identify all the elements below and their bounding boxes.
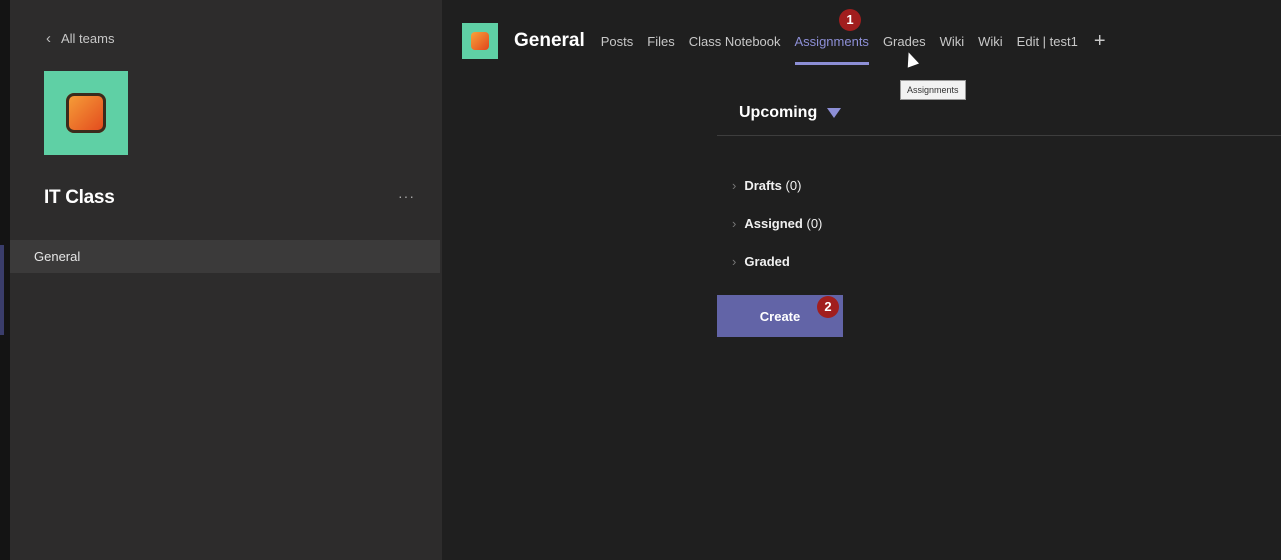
team-logo-icon [66, 93, 106, 133]
channel-header: General Posts Files Class Notebook Assig… [462, 23, 1106, 65]
group-graded[interactable]: › Graded [732, 254, 790, 269]
group-assigned[interactable]: › Assigned (0) [732, 216, 822, 231]
tab-edit-test1[interactable]: Edit | test1 [1017, 34, 1078, 49]
divider [717, 135, 1281, 136]
channel-label: General [34, 249, 81, 264]
main-pane [442, 0, 1281, 560]
view-selector[interactable]: Upcoming [739, 104, 842, 122]
group-drafts[interactable]: › Drafts (0) [732, 178, 801, 193]
tab-files[interactable]: Files [647, 34, 674, 49]
chevron-left-icon: ‹ [46, 30, 51, 47]
app-rail [0, 0, 10, 560]
step-badge-1: 1 [839, 9, 861, 31]
tab-class-notebook[interactable]: Class Notebook [689, 34, 781, 49]
channel-title: General [514, 30, 585, 51]
more-options-icon[interactable]: ··· [398, 188, 415, 204]
chevron-right-icon: › [732, 178, 737, 193]
tab-tooltip: Assignments [900, 80, 966, 100]
tab-posts[interactable]: Posts [601, 34, 634, 49]
tab-assignments[interactable]: Assignments [794, 34, 870, 65]
team-avatar[interactable] [44, 71, 128, 155]
step-badge-2: 2 [817, 296, 839, 318]
group-label: Graded [744, 254, 790, 269]
group-count: (0) [785, 178, 802, 193]
all-teams-label: All teams [61, 31, 115, 46]
tab-grades[interactable]: Grades [883, 34, 926, 49]
filter-icon[interactable] [827, 108, 842, 118]
chevron-right-icon: › [732, 254, 737, 269]
all-teams-link[interactable]: ‹ All teams [46, 30, 114, 47]
team-sidebar: ‹ All teams IT Class ··· [10, 0, 442, 560]
group-label: Assigned [744, 216, 803, 231]
chevron-right-icon: › [732, 216, 737, 231]
tab-wiki-2[interactable]: Wiki [978, 34, 1003, 49]
group-label: Drafts [744, 178, 782, 193]
add-tab-button[interactable]: + [1094, 30, 1106, 53]
channel-team-icon [462, 23, 498, 59]
team-name: IT Class [44, 187, 115, 208]
rail-active-indicator [0, 245, 4, 335]
tab-wiki[interactable]: Wiki [940, 34, 965, 49]
view-label: Upcoming [739, 104, 818, 121]
channel-item-general[interactable]: General [10, 240, 440, 273]
group-count: (0) [806, 216, 823, 231]
